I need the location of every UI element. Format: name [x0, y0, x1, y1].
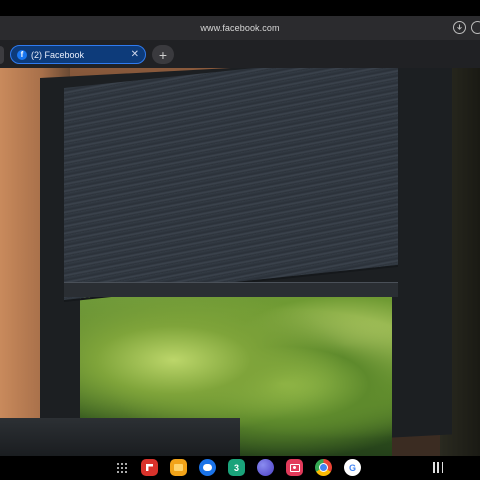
pleated-blind: [64, 68, 398, 300]
messages-icon[interactable]: [199, 459, 216, 476]
blind-bottom-rail: [64, 282, 398, 297]
url-text[interactable]: www.facebook.com: [200, 23, 279, 33]
internet-icon[interactable]: [257, 459, 274, 476]
reload-icon[interactable]: [471, 21, 480, 34]
page-image: [0, 68, 480, 456]
screen-recorder-icon[interactable]: [286, 459, 303, 476]
tab-facebook[interactable]: f (2) Facebook ✕: [10, 45, 146, 64]
calendar-icon[interactable]: 3: [228, 459, 245, 476]
window-sill: [0, 418, 240, 456]
status-bar: [0, 0, 480, 16]
chrome-icon[interactable]: [315, 459, 332, 476]
files-icon[interactable]: [170, 459, 187, 476]
flipboard-icon[interactable]: [141, 459, 158, 476]
tab-strip: f (2) Facebook ✕ +: [0, 40, 480, 68]
address-bar[interactable]: www.facebook.com: [0, 16, 480, 40]
taskbar: 3G: [0, 456, 480, 480]
close-tab-icon[interactable]: ✕: [131, 49, 139, 60]
google-icon[interactable]: G: [344, 459, 361, 476]
apps-grid-icon[interactable]: [117, 463, 127, 473]
previous-tab-edge[interactable]: [0, 46, 4, 64]
download-icon[interactable]: [453, 21, 466, 34]
tab-title: (2) Facebook: [31, 49, 85, 60]
recents-icon[interactable]: [433, 462, 443, 473]
new-tab-button[interactable]: +: [152, 45, 174, 64]
facebook-icon: f: [17, 49, 27, 60]
